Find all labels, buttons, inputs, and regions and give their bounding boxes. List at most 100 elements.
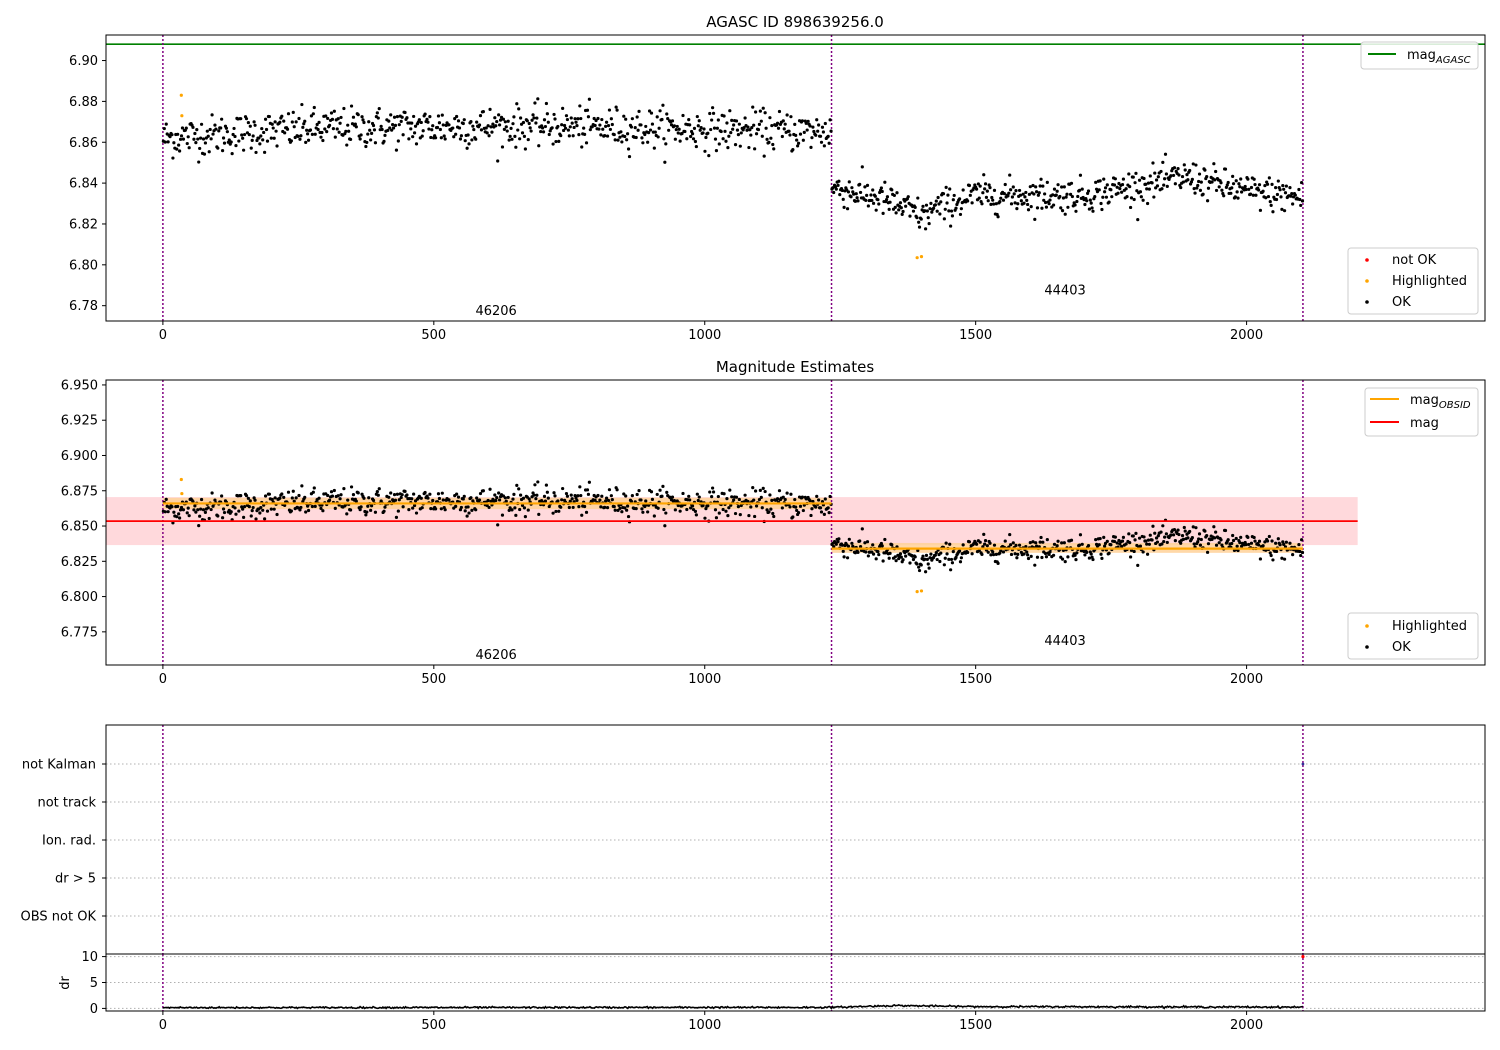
agasc-ok-point [1205,174,1209,179]
agasc-ok-point [998,200,1002,204]
estimates-ok-point [770,498,774,502]
agasc-ok-point [574,120,578,124]
estimates-ok-point [370,504,374,508]
agasc-ok-point [411,135,415,139]
estimates-ok-point [175,515,179,519]
agasc-ok-point [1125,194,1129,199]
agasc-ok-point [901,209,905,214]
agasc-ok-point [442,134,446,138]
agasc-ok-point [1110,195,1114,199]
agasc-ok-point [1297,187,1301,192]
agasc-ok-point [1214,188,1219,193]
estimates-ok-point [1052,542,1057,546]
estimates-ok-point [207,516,211,521]
agasc-ok-point [957,197,962,201]
agasc-ok-point [310,132,314,136]
agasc-ok-point [504,125,508,129]
estimates-ok-point [312,486,316,490]
estimates-ok-point [738,513,742,517]
agasc-ok-point [828,118,832,122]
agasc-ok-point [1059,206,1063,210]
estimates-ok-point [434,507,438,511]
estimates-ok-point [199,507,203,511]
agasc-ok-point [736,133,741,137]
estimates-ok-point [467,511,471,515]
estimates-panel: Magnitude Estimates 0 500 1000 1500 2000 6.77… [61,358,1486,687]
estimates-ok-point [493,493,497,497]
agasc-ok-point [275,144,279,148]
agasc-ok-point [924,203,929,207]
estimates-ok-point [542,494,547,498]
agasc-ok-point [369,138,373,142]
agasc-ok-point [1271,210,1275,214]
agasc-ok-point [273,120,277,124]
agasc-ok-point [1282,209,1287,213]
agasc-ok-point [289,139,293,143]
agasc-ok-point [568,125,572,129]
agasc-ok-point [832,190,836,195]
estimates-ok-point [959,556,963,560]
estimates-ok-point [543,499,548,503]
agasc-ok-point [573,117,577,121]
estimates-ok-point [921,554,925,558]
agasc-ok-point [697,119,701,123]
agasc-ok-point [546,120,550,124]
agasc-ok-point [702,127,706,131]
estimates-ok-point [1173,538,1177,543]
agasc-ok-point [421,129,425,133]
agasc-ok-point [1265,182,1270,186]
agasc-ok-point [1190,177,1194,181]
estimates-ok-point [1177,532,1181,537]
agasc-ok-point [791,148,795,152]
agasc-ok-point [616,138,620,142]
estimates-ok-point [798,504,803,508]
estimates-legend-bottom: Highlighted OK [1347,612,1479,660]
agasc-ok-point [565,117,570,122]
estimates-ok-point [488,487,492,491]
agasc-ok-point [536,97,540,101]
estimates-ok-point [860,527,864,531]
estimates-ok-point [1025,550,1029,554]
estimates-ok-point [193,504,197,508]
legend-label-not-ok: not OK [1392,253,1437,268]
estimates-ok-point [660,494,664,498]
agasc-ok-point [333,135,337,139]
estimates-ok-point [1066,555,1070,559]
dr-xtick-label: 500 [421,1018,446,1033]
agasc-ok-point [439,136,443,140]
agasc-ok-point [1146,181,1151,185]
agasc-ok-point [296,134,300,138]
agasc-xtick-label: 1000 [688,328,721,343]
agasc-ok-point [1275,192,1280,197]
agasc-ok-point [1065,192,1069,196]
agasc-ok-point [884,197,889,202]
estimates-ok-point [364,513,368,517]
estimates-ok-point [607,488,612,492]
flags-panel: OBS not OK dr > 5 Ion. rad. not track not Ka… [21,724,1486,955]
agasc-ok-point [1024,190,1028,195]
estimates-ok-point [785,491,789,495]
estimates-ok-point [216,514,220,518]
estimates-ok-point [935,557,939,562]
agasc-ok-point [982,173,986,177]
agasc-ok-point [990,195,994,200]
agasc-ok-point [1015,207,1019,211]
agasc-ok-point [312,105,316,110]
agasc-ok-point [219,126,223,130]
agasc-ok-point [518,137,522,141]
agasc-ok-point [451,126,455,130]
agasc-ok-point [299,134,303,138]
agasc-ok-point [1138,190,1143,194]
agasc-ok-point [1109,188,1113,192]
estimates-ok-point [1159,530,1163,534]
agasc-ok-point [1196,183,1200,188]
agasc-ok-point [425,117,429,121]
agasc-ok-point [794,133,798,137]
agasc-ok-point [768,116,772,120]
estimates-ok-point [890,543,894,547]
estimates-ok-point [864,550,868,554]
estimates-ok-point [366,504,370,508]
estimates-ok-point [927,566,931,570]
estimates-ok-point [259,505,263,510]
estimates-ok-point [1144,539,1148,543]
